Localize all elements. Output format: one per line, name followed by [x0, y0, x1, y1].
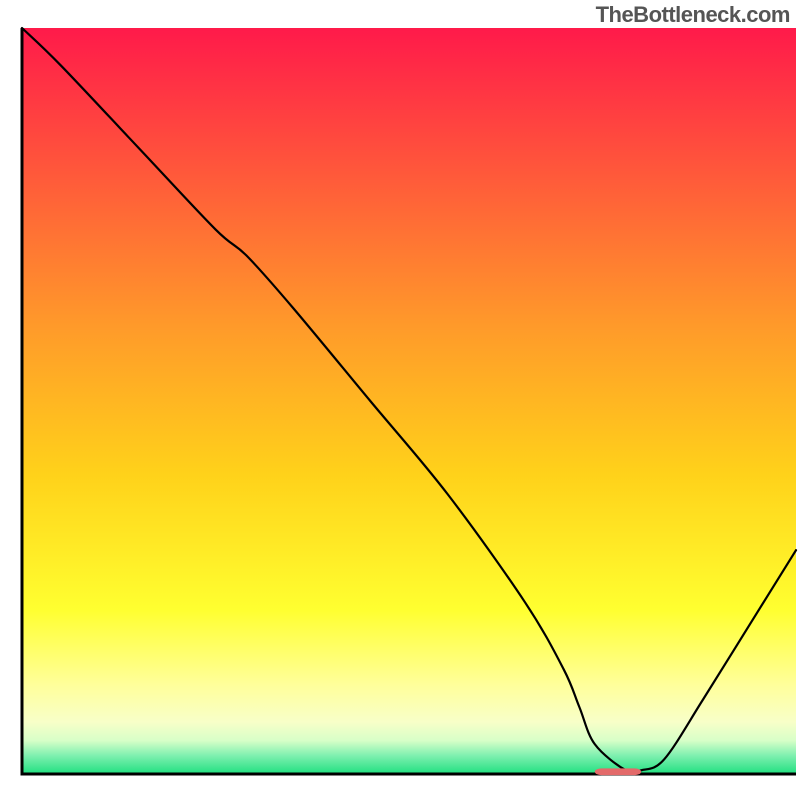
bottleneck-chart	[0, 0, 800, 800]
chart-container: TheBottleneck.com	[0, 0, 800, 800]
optimal-marker	[595, 768, 641, 775]
watermark-text: TheBottleneck.com	[596, 2, 790, 28]
plot-background	[22, 28, 796, 774]
